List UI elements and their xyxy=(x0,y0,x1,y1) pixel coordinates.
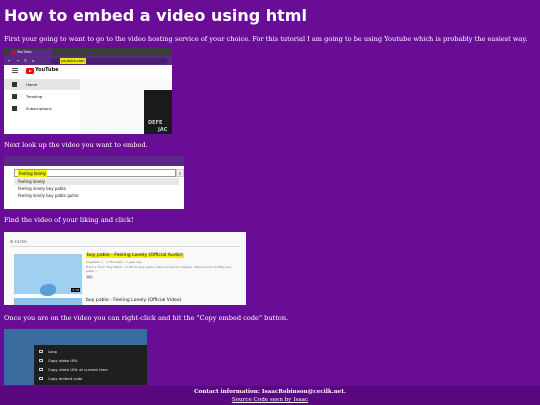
url-text: youtube.com xyxy=(60,58,86,64)
sidebar-item-label: Trending xyxy=(26,94,43,99)
back-arrow-icon: ← xyxy=(8,58,12,63)
youtube-logo-icon xyxy=(26,68,34,74)
sidebar-item-subscriptions: Subscriptions xyxy=(4,103,80,114)
video-thumbnail: DEFE JAC xyxy=(144,90,172,134)
link-icon xyxy=(39,359,43,362)
filter-label: ☰ FILTER xyxy=(10,239,27,244)
step2-paragraph: Next look up the video you want to embed… xyxy=(4,141,148,149)
youtube-logo-text: YouTube xyxy=(35,67,59,73)
browser-bar xyxy=(4,156,184,166)
step4-paragraph: Once you are on the video you can right-… xyxy=(4,314,289,322)
youtube-results-screenshot: ☰ FILTER 3:16 boy pablo - Feeling Lonely… xyxy=(4,232,246,305)
footer: Contact information: IsaacRobinson@cecil… xyxy=(0,386,540,405)
step3-paragraph: Find the video of your liking and click! xyxy=(4,216,134,224)
thumbnail-figure xyxy=(40,284,56,296)
menu-item-label: Loop xyxy=(48,349,58,354)
menu-item-label: Copy embed code xyxy=(48,376,83,381)
sidebar-item-trending: Trending xyxy=(4,91,80,102)
video-meta: boypablo ✓ · 1.7M views · 1 year ago xyxy=(86,260,142,264)
menu-item-copy-url-time: Copy video URL at current time xyxy=(34,365,147,374)
thumbnail-text: JAC xyxy=(158,127,168,133)
context-menu: Loop Copy video URL Copy video URL at cu… xyxy=(34,345,147,385)
tutorial-page: How to embed a video using html First yo… xyxy=(0,0,540,405)
youtube-search-screenshot: feeling lonely ⚲ feeling lonely feeling … xyxy=(4,156,184,209)
youtube-homepage-screenshot: YouTube ← → ↻ ⌂ youtube.com YouTube Home… xyxy=(4,48,172,134)
filter-text: FILTER xyxy=(14,239,27,244)
flame-icon xyxy=(12,94,17,99)
sidebar-item-home: Home xyxy=(4,79,80,90)
youtube-favicon-icon xyxy=(12,51,15,54)
reload-icon: ↻ xyxy=(24,58,28,63)
context-menu-screenshot: Loop Copy video URL Copy video URL at cu… xyxy=(4,329,147,385)
home-icon: ⌂ xyxy=(32,58,35,63)
loop-icon xyxy=(39,350,43,353)
tab-label: YouTube xyxy=(17,50,32,54)
video-description: Track 1 from "Soy Pablo", an EP by boy p… xyxy=(86,265,232,273)
subscriptions-icon xyxy=(12,106,17,111)
code-icon xyxy=(39,377,43,380)
search-query: feeling lonely xyxy=(18,170,47,177)
source-code-link[interactable]: Source Code seen by Isaac xyxy=(0,397,540,403)
menu-item-copy-url: Copy video URL xyxy=(34,356,147,365)
intro-paragraph: First your going to want to go to the vi… xyxy=(4,35,528,43)
search-icon: ⚲ xyxy=(176,169,184,177)
home-icon xyxy=(12,82,17,87)
suggestion-item: feeling lonely boy pablo guitar xyxy=(18,193,80,198)
menu-item-copy-embed: Copy embed code xyxy=(34,374,147,383)
suggestion-item: feeling lonely xyxy=(14,178,179,185)
suggestion-item: feeling lonely boy pablo xyxy=(18,186,66,191)
divider xyxy=(10,246,240,247)
link-icon xyxy=(39,368,43,371)
hamburger-menu-icon xyxy=(12,68,18,73)
video-thumbnail xyxy=(14,298,82,305)
search-input: feeling lonely xyxy=(14,169,176,177)
sidebar-item-label: Subscriptions xyxy=(26,106,52,111)
menu-item-label: Copy video URL xyxy=(48,358,78,363)
url-field: youtube.com xyxy=(50,58,168,64)
hd-badge: HD xyxy=(86,275,93,279)
video-title: boy pablo - Feeling Lonely (Official Vid… xyxy=(86,298,182,303)
browser-tab: YouTube xyxy=(10,49,52,56)
video-title: boy pablo - Feeling Lonely (Official Aud… xyxy=(86,253,184,258)
contact-info: Contact information: IsaacRobinson@cecil… xyxy=(194,389,346,395)
video-duration: 3:16 xyxy=(71,288,80,292)
menu-item-loop: Loop xyxy=(34,347,147,356)
sidebar-item-label: Home xyxy=(26,82,38,87)
browser-tab-bar: YouTube xyxy=(4,48,172,56)
video-thumbnail: 3:16 xyxy=(14,254,82,296)
forward-arrow-icon: → xyxy=(16,58,20,63)
menu-item-label: Copy video URL at current time xyxy=(48,367,108,372)
youtube-sidebar: Home Trending Subscriptions xyxy=(4,79,80,134)
thumbnail-text: DEFE xyxy=(148,120,163,126)
page-title: How to embed a video using html xyxy=(4,6,307,25)
